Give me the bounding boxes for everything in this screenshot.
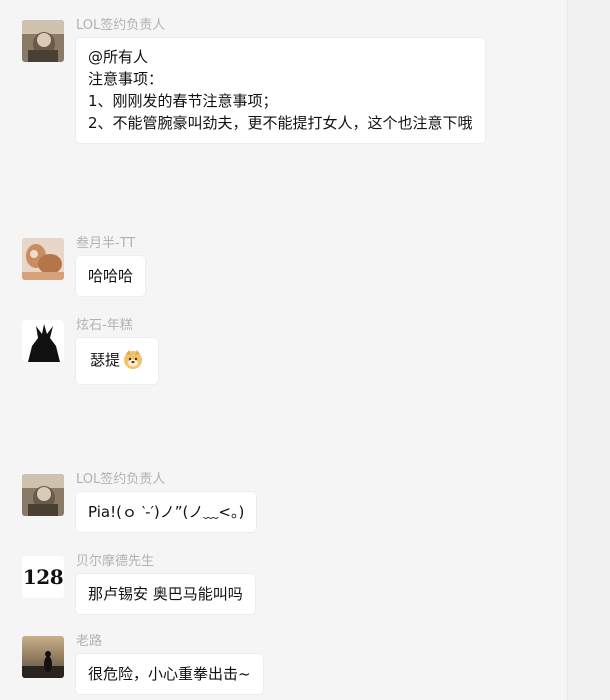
message-bubble[interactable]: 瑟提 [76, 338, 159, 384]
message-line: 注意事项： [88, 70, 164, 88]
message-line: 瑟提 [90, 351, 121, 369]
message-bubble[interactable]: Pia!(ｏ ‵-′)ノ”(ノ﹏<。) [76, 492, 257, 532]
message-bubble[interactable]: 哈哈哈 [76, 256, 146, 296]
avatar-text: 128 [22, 556, 64, 598]
message-bubble[interactable]: @所有人 注意事项： 1、刚刚发的春节注意事项； 2、不能管腕豪叫劲夫，更不能提… [76, 38, 485, 143]
message-line: 1、刚刚发的春节注意事项； [88, 92, 278, 110]
message-line: @所有人 [88, 48, 149, 66]
cat-photo-avatar[interactable] [22, 20, 64, 62]
cat-photo-avatar[interactable] [22, 474, 64, 516]
dark-silhouette-avatar[interactable] [22, 320, 64, 362]
message-bubble[interactable]: 很危险，小心重拳出击~ [76, 654, 263, 694]
sender-name: 老路 [76, 634, 103, 649]
sunset-silhouette-avatar[interactable] [22, 636, 64, 678]
sender-name: 叁月半-TT [76, 236, 136, 251]
chat-message-list[interactable]: LOL签约负责人 @所有人 注意事项： 1、刚刚发的春节注意事项； 2、不能管腕… [0, 0, 568, 700]
message-line: 那卢锡安 奥巴马能叫吗 [88, 585, 243, 603]
side-panel-strip [567, 0, 610, 700]
message-bubble[interactable]: 那卢锡安 奥巴马能叫吗 [76, 574, 255, 614]
sender-name: 贝尔摩德先生 [76, 554, 155, 569]
message-line: 2、不能管腕豪叫劲夫，更不能提打女人，这个也注意下哦 [88, 114, 473, 132]
girl-with-dog-avatar[interactable] [22, 238, 64, 280]
message-line: Pia!(ｏ ‵-′)ノ”(ノ﹏<。) [88, 503, 245, 521]
doge-emoji-icon [122, 348, 144, 370]
number-128-avatar[interactable]: 128 [22, 556, 64, 598]
sender-name: LOL签约负责人 [76, 18, 166, 33]
message-line: 哈哈哈 [88, 267, 134, 285]
sender-name: LOL签约负责人 [76, 472, 166, 487]
sender-name: 炫石-年糕 [76, 318, 133, 333]
message-line: 很危险，小心重拳出击~ [88, 665, 251, 683]
